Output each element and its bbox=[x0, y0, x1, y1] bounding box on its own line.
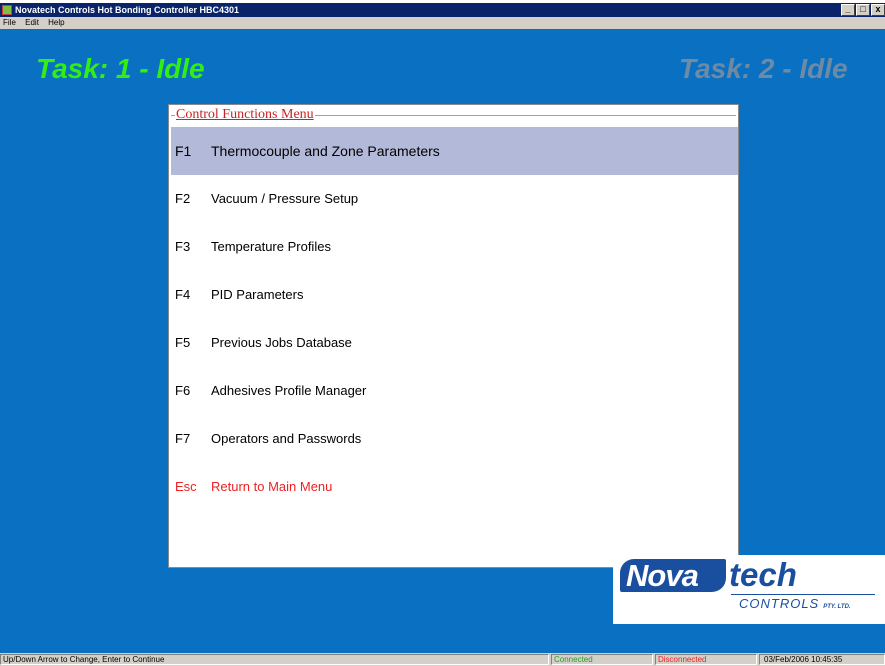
menu-item-label: Thermocouple and Zone Parameters bbox=[211, 143, 440, 159]
window-title: Novatech Controls Hot Bonding Controller… bbox=[15, 5, 240, 15]
menu-item-adhesives-profile[interactable]: F6 Adhesives Profile Manager bbox=[171, 367, 738, 415]
close-button[interactable]: x bbox=[871, 4, 885, 16]
menu-item-key: F3 bbox=[175, 239, 191, 254]
menu-item-label: PID Parameters bbox=[211, 287, 304, 302]
title-bar: Novatech Controls Hot Bonding Controller… bbox=[0, 3, 885, 17]
menu-item-label: Vacuum / Pressure Setup bbox=[211, 191, 359, 206]
logo-controls-text: CONTROLS PTY. LTD. bbox=[739, 596, 851, 611]
status-connected: Connected bbox=[551, 654, 653, 665]
menu-bar: File Edit Help bbox=[0, 17, 885, 29]
menu-item-key: F1 bbox=[175, 143, 192, 159]
app-icon bbox=[2, 5, 12, 15]
task1-status: Task: 1 - Idle bbox=[36, 53, 205, 84]
menu-item-key: F7 bbox=[175, 431, 191, 446]
menu-item-key: F5 bbox=[175, 335, 191, 350]
menu-item-pid-parameters[interactable]: F4 PID Parameters bbox=[171, 271, 738, 319]
status-datetime: 03/Feb/2006 10:45:35 bbox=[759, 654, 885, 665]
menu-item-label: Return to Main Menu bbox=[211, 479, 333, 494]
menu-item-previous-jobs[interactable]: F5 Previous Jobs Database bbox=[171, 319, 738, 367]
menu-item-label: Operators and Passwords bbox=[211, 431, 362, 446]
menu-item-key: Esc bbox=[175, 479, 197, 494]
menu-edit[interactable]: Edit bbox=[25, 18, 39, 27]
menu-item-label: Adhesives Profile Manager bbox=[211, 383, 367, 398]
minimize-button[interactable]: _ bbox=[841, 4, 855, 16]
status-disconnected: Disconnected bbox=[655, 654, 757, 665]
window-buttons: _ □ x bbox=[840, 4, 885, 16]
menu-item-return-main[interactable]: Esc Return to Main Menu bbox=[171, 463, 738, 511]
novatech-logo: Nova tech CONTROLS PTY. LTD. bbox=[613, 555, 885, 624]
maximize-button[interactable]: □ bbox=[856, 4, 870, 16]
status-hint: Up/Down Arrow to Change, Enter to Contin… bbox=[0, 654, 549, 665]
logo-controls-word: CONTROLS bbox=[739, 596, 820, 611]
logo-pty-text: PTY. LTD. bbox=[823, 604, 851, 610]
menu-item-label: Previous Jobs Database bbox=[211, 335, 352, 350]
task2-status: Task: 2 - Idle bbox=[679, 53, 848, 84]
control-functions-panel: Control Functions Menu F1 Thermocouple a… bbox=[168, 104, 739, 568]
logo-swoosh bbox=[731, 594, 875, 595]
menu-item-vacuum-pressure[interactable]: F2 Vacuum / Pressure Setup bbox=[171, 175, 738, 223]
menu-item-key: F6 bbox=[175, 383, 191, 398]
menu-item-key: F4 bbox=[175, 287, 191, 302]
status-bar: Up/Down Arrow to Change, Enter to Contin… bbox=[0, 653, 885, 666]
menu-help[interactable]: Help bbox=[48, 18, 64, 27]
menu-file[interactable]: File bbox=[3, 18, 16, 27]
menu-item-label: Temperature Profiles bbox=[211, 239, 331, 254]
menu-item-temperature-profiles[interactable]: F3 Temperature Profiles bbox=[171, 223, 738, 271]
menu-item-operators-passwords[interactable]: F7 Operators and Passwords bbox=[171, 415, 738, 463]
logo-tech-text: tech bbox=[729, 556, 797, 593]
menu-item-key: F2 bbox=[175, 191, 191, 206]
logo-nova-text: Nova bbox=[620, 559, 726, 592]
menu-item-thermocouple[interactable]: F1 Thermocouple and Zone Parameters bbox=[171, 127, 738, 175]
panel-title: Control Functions Menu bbox=[175, 107, 315, 123]
